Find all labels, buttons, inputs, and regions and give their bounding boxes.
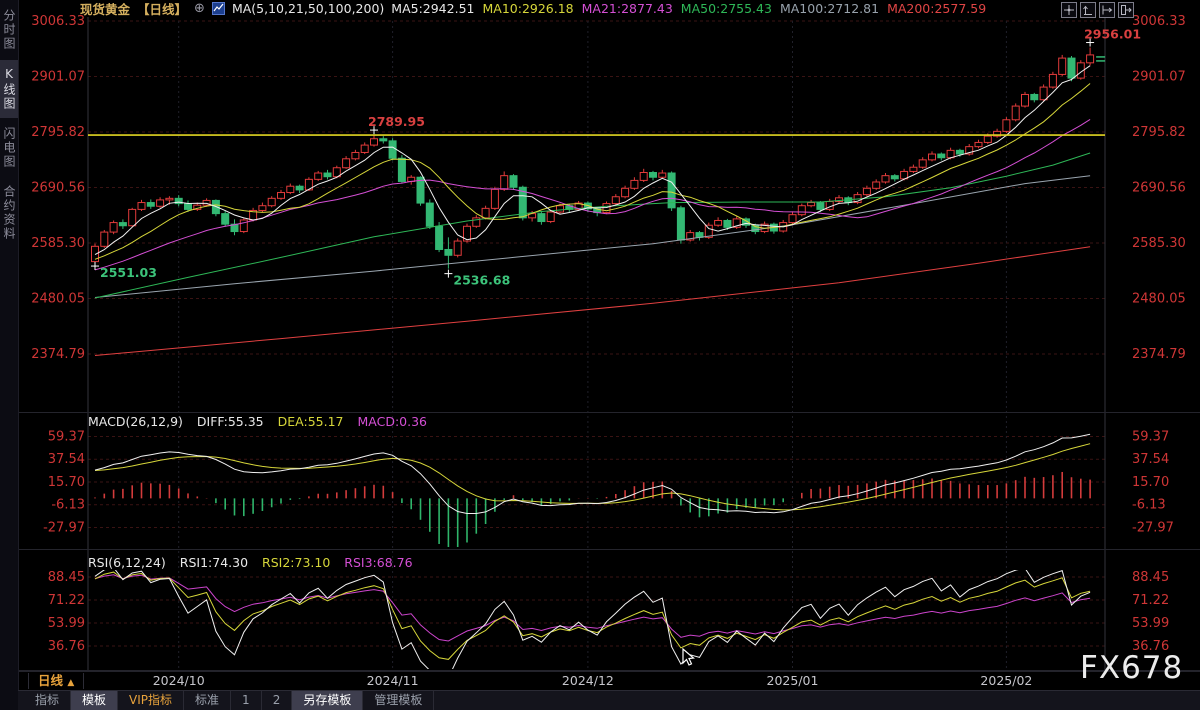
chart-toolbar — [1061, 2, 1134, 18]
macd-title: MACD(26,12,9) — [88, 414, 183, 429]
price-axis-label: -6.13 — [51, 498, 85, 513]
price-axis-label: 37.54 — [1132, 452, 1169, 467]
macd-dea-value: DEA:55.17 — [278, 414, 344, 429]
ma200-line — [95, 247, 1090, 356]
rsi-title: RSI(6,12,24) — [88, 555, 166, 570]
sidebar-tab-lightning[interactable]: 闪电图 — [0, 120, 18, 176]
ma-legend-item: MA10:2926.18 — [482, 1, 573, 16]
price-axis-label: 36.76 — [48, 639, 85, 654]
gridlines — [18, 17, 1200, 671]
exit-fullscreen-icon[interactable] — [1118, 2, 1134, 18]
price-axis-label: 2480.05 — [1132, 291, 1186, 306]
bottom-tab-standard[interactable]: 标准 — [184, 691, 231, 710]
mini-chart-icon — [212, 2, 225, 15]
price-axis-label: 59.37 — [48, 430, 85, 445]
price-axis-label: 88.45 — [1132, 570, 1169, 585]
bottom-tab-vip-indicators[interactable]: VIP指标 — [118, 691, 184, 710]
mouse-cursor — [682, 648, 696, 671]
price-axis-label: 71.22 — [1132, 593, 1169, 608]
bottom-tab-manage-template[interactable]: 管理模板 — [363, 691, 434, 710]
price-axis-label: 53.99 — [48, 616, 85, 631]
price-axis-label: 2901.07 — [1132, 69, 1186, 84]
sidebar-tab-timeshare[interactable]: 分时图 — [0, 2, 18, 58]
bottom-tab-slot-1[interactable]: 1 — [231, 691, 262, 710]
fx678-watermark: FX678 — [1080, 650, 1183, 686]
price-axis-label: 15.70 — [48, 475, 85, 490]
price-axis-label: 53.99 — [1132, 616, 1169, 631]
bottom-toolbar: 指标模板VIP指标标准12另存模板管理模板 — [18, 690, 1200, 710]
ma-legend-item: MA5:2942.51 — [391, 1, 474, 16]
chart-type-sidebar: 分时图 K线图闪电图合约资料 — [0, 0, 19, 710]
macd-diff-value: DIFF:55.35 — [197, 414, 264, 429]
price-annotations: 2551.03 2789.95 2536.68 2956.01 — [91, 27, 1141, 288]
settings-icon[interactable]: ⊕ — [194, 1, 205, 16]
price-marker-label: 2551.03 — [100, 265, 157, 280]
bottom-tab-indicators[interactable]: 指标 — [24, 691, 71, 710]
price-marker-label: 2536.68 — [453, 273, 510, 288]
price-axis-label: -6.13 — [1132, 498, 1166, 513]
scale-horizontal-icon[interactable] — [1099, 2, 1115, 18]
rsi-panel-header: RSI(6,12,24) RSI1:74.30 RSI2:73.10 RSI3:… — [88, 555, 423, 570]
price-marker-label: 2956.01 — [1084, 27, 1141, 42]
price-axis-label: 2690.56 — [1132, 180, 1186, 195]
ma-legend: MA5:2942.51 MA10:2926.18 MA21:2877.43 MA50:… — [391, 1, 994, 16]
price-axis-label: 59.37 — [1132, 430, 1169, 445]
price-axis-label: -27.97 — [1132, 520, 1174, 535]
chart-svg[interactable]: 3006.333006.332901.072901.072795.822795.… — [0, 0, 1200, 710]
time-axis-row: 日线 ▲ — [18, 671, 1200, 690]
macd-value: MACD:0.36 — [357, 414, 427, 429]
price-axis-label: 2795.82 — [1132, 125, 1186, 140]
ma-legend-item: MA200:2577.59 — [887, 1, 986, 16]
scale-vertical-icon[interactable] — [1080, 2, 1096, 18]
candles-layer — [92, 48, 1094, 269]
price-axis-label: 88.45 — [48, 570, 85, 585]
trading-app-window: 3006.333006.332901.072901.072795.822795.… — [0, 0, 1200, 710]
price-axis-label: 2374.79 — [31, 347, 85, 362]
period-label: 日线 — [38, 673, 63, 688]
bottom-tab-slot-2[interactable]: 2 — [262, 691, 293, 710]
period-tag: 【日线】 — [137, 0, 187, 18]
ma-legend-item: MA21:2877.43 — [582, 1, 673, 16]
price-axis-label: 2795.82 — [31, 125, 85, 140]
price-axis-label: 2901.07 — [31, 69, 85, 84]
price-axis-label: -27.97 — [43, 520, 85, 535]
crosshair-icon[interactable] — [1061, 2, 1077, 18]
price-axis-label: 2690.56 — [31, 180, 85, 195]
ma-lines-layer — [95, 66, 1090, 356]
sidebar-tab-contract-info[interactable]: 合约资料 — [0, 178, 18, 248]
bottom-tab-save-template[interactable]: 另存模板 — [292, 691, 363, 710]
price-axis-label: 71.22 — [48, 593, 85, 608]
sidebar-tab-kline[interactable]: K线图 — [0, 60, 18, 118]
symbol-title: 现货黄金 — [80, 0, 130, 18]
period-selector-button[interactable]: 日线 ▲ — [28, 673, 84, 689]
macd-panel-header: MACD(26,12,9) DIFF:55.35 DEA:55.17 MACD:… — [88, 414, 437, 429]
bottom-tab-templates[interactable]: 模板 — [71, 691, 118, 710]
rsi1-value: RSI1:74.30 — [180, 555, 248, 570]
period-arrow-icon: ▲ — [67, 678, 74, 688]
rsi3-value: RSI3:68.76 — [344, 555, 412, 570]
macd-layer — [95, 434, 1090, 551]
price-axis-label: 37.54 — [48, 452, 85, 467]
price-axis-label: 2374.79 — [1132, 347, 1186, 362]
ma-legend-item: MA100:2712.81 — [780, 1, 879, 16]
price-axis-label: 15.70 — [1132, 475, 1169, 490]
ma-params-label: MA(5,10,21,50,100,200) — [232, 1, 384, 16]
price-axis-label: 3006.33 — [31, 14, 85, 29]
ma-legend-item: MA50:2755.43 — [681, 1, 772, 16]
price-axis-label: 2480.05 — [31, 291, 85, 306]
ma21-line — [95, 119, 1090, 270]
price-axis-label: 2585.30 — [31, 236, 85, 251]
rsi2-value: RSI2:73.10 — [262, 555, 330, 570]
chart-header: 现货黄金 【日线】 ⊕ MA(5,10,21,50,100,200) MA5:2… — [80, 0, 994, 17]
price-axis-label: 2585.30 — [1132, 236, 1186, 251]
price-marker-label: 2789.95 — [368, 114, 425, 129]
